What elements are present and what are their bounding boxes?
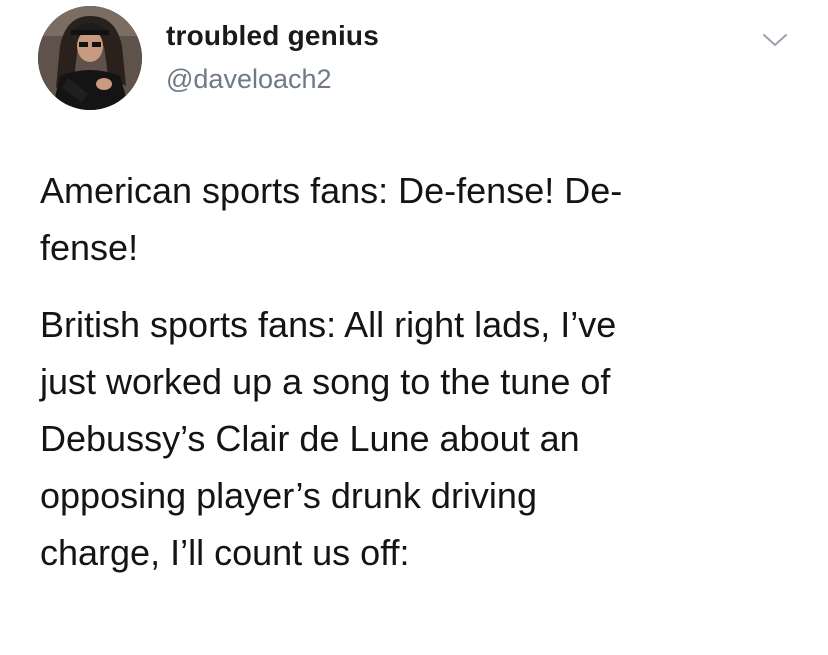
chevron-down-icon <box>763 34 787 46</box>
author-avatar[interactable] <box>38 6 142 110</box>
tweet-line: opposing player’s drunk driving <box>40 475 537 516</box>
tweet-paragraph: American sports fans: De-fense! De- fens… <box>40 162 800 276</box>
author-display-name[interactable]: troubled genius <box>166 20 379 52</box>
tweet-menu-button[interactable] <box>760 28 790 52</box>
author-handle[interactable]: @daveloach2 <box>166 64 332 95</box>
tweet-line: just worked up a song to the tune of <box>40 361 611 402</box>
tweet-line: fense! <box>40 227 139 268</box>
tweet-line: charge, I’ll count us off: <box>40 532 410 573</box>
tweet-body: American sports fans: De-fense! De- fens… <box>40 162 800 581</box>
tweet-line: Debussy’s Clair de Lune about an <box>40 418 580 459</box>
tweet-line: British sports fans: All right lads, I’v… <box>40 304 617 345</box>
tweet-card: troubled genius @daveloach2 American spo… <box>0 0 828 655</box>
tweet-line: American sports fans: De-fense! De- <box>40 170 623 211</box>
tweet-paragraph: British sports fans: All right lads, I’v… <box>40 296 800 581</box>
profile-photo-icon <box>38 6 142 110</box>
